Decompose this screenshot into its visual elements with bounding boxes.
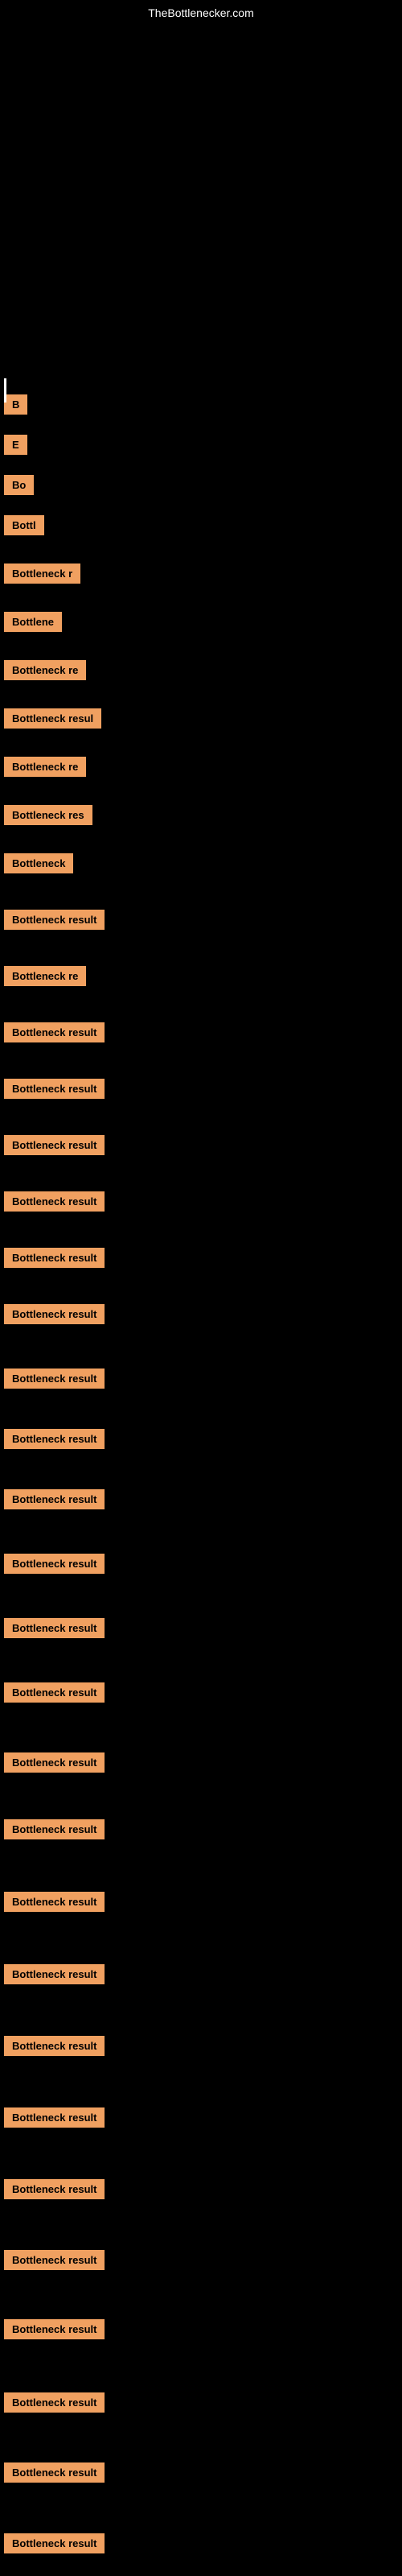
result-row: Bottlene [0, 612, 402, 636]
bottleneck-label: Bottl [4, 515, 44, 535]
bottleneck-label: Bottlene [4, 612, 62, 632]
result-row: Bottleneck [0, 853, 402, 877]
bottleneck-label: Bottleneck result [4, 1304, 105, 1324]
result-row: Bottleneck result [0, 1191, 402, 1216]
bottleneck-label: Bottleneck result [4, 1964, 105, 1984]
result-row: Bottleneck re [0, 757, 402, 781]
bottleneck-label: Bottleneck result [4, 1368, 105, 1389]
result-row: E [0, 435, 402, 459]
bottleneck-label: Bottleneck result [4, 1079, 105, 1099]
bottleneck-label: Bottleneck result [4, 2107, 105, 2128]
result-row: Bottleneck result [0, 1682, 402, 1707]
bottleneck-label: Bottleneck res [4, 805, 92, 825]
result-row: Bottleneck result [0, 1022, 402, 1046]
result-row: Bottleneck result [0, 1429, 402, 1453]
bottleneck-label: Bottleneck result [4, 2250, 105, 2270]
bottleneck-label: Bottleneck result [4, 1489, 105, 1509]
bottleneck-label: Bo [4, 475, 34, 495]
bottleneck-label: Bottleneck result [4, 2319, 105, 2339]
bottleneck-label: Bottleneck re [4, 966, 86, 986]
result-row: Bottleneck result [0, 1368, 402, 1393]
result-row: Bottleneck result [0, 1135, 402, 1159]
bottleneck-label: Bottleneck result [4, 1429, 105, 1449]
result-row: Bottleneck result [0, 1892, 402, 1916]
bottleneck-label: Bottleneck result [4, 2392, 105, 2413]
bottleneck-label: Bottleneck result [4, 1022, 105, 1042]
bottleneck-label: Bottleneck [4, 853, 73, 873]
result-row: Bottleneck result [0, 2250, 402, 2274]
result-row: Bottleneck result [0, 1079, 402, 1103]
bottleneck-label: Bottleneck re [4, 757, 86, 777]
bottleneck-label: Bottleneck result [4, 1752, 105, 1773]
bottleneck-label: Bottleneck result [4, 1819, 105, 1839]
result-row: Bottleneck result [0, 1752, 402, 1777]
result-row: Bottleneck resul [0, 708, 402, 733]
bottleneck-label: Bottleneck result [4, 2036, 105, 2056]
result-row: Bottleneck result [0, 2107, 402, 2132]
result-row: Bottleneck result [0, 2392, 402, 2417]
result-row: Bottl [0, 515, 402, 539]
result-row: Bottleneck result [0, 1819, 402, 1843]
bottleneck-label: Bottleneck r [4, 564, 80, 584]
bottleneck-label: Bottleneck result [4, 1682, 105, 1703]
result-row: Bottleneck re [0, 966, 402, 990]
result-row: Bottleneck r [0, 564, 402, 588]
bottleneck-label: Bottleneck result [4, 1191, 105, 1212]
bottleneck-label: B [4, 394, 27, 415]
bottleneck-label: Bottleneck result [4, 2462, 105, 2483]
bottleneck-label: Bottleneck result [4, 1135, 105, 1155]
bottleneck-label: Bottleneck result [4, 1618, 105, 1638]
result-row: Bo [0, 475, 402, 499]
bottleneck-label: Bottleneck result [4, 1554, 105, 1574]
bottleneck-label: E [4, 435, 27, 455]
result-row: Bottleneck res [0, 805, 402, 829]
bottleneck-label: Bottleneck result [4, 2533, 105, 2553]
result-row: Bottleneck result [0, 2036, 402, 2060]
bottleneck-label: Bottleneck resul [4, 708, 101, 729]
result-row: Bottleneck result [0, 2319, 402, 2343]
result-row: Bottleneck result [0, 2179, 402, 2203]
result-row: Bottleneck result [0, 1618, 402, 1642]
result-row: Bottleneck result [0, 1964, 402, 1988]
bottleneck-label: Bottleneck result [4, 1892, 105, 1912]
cursor-bar [4, 378, 6, 402]
result-row: Bottleneck result [0, 1489, 402, 1513]
result-row: B [0, 394, 402, 419]
result-row: Bottleneck result [0, 2533, 402, 2557]
bottleneck-label: Bottleneck result [4, 2179, 105, 2199]
result-row: Bottleneck result [0, 1554, 402, 1578]
result-row: Bottleneck result [0, 1304, 402, 1328]
bottleneck-label: Bottleneck result [4, 1248, 105, 1268]
site-title: TheBottlenecker.com [148, 6, 254, 19]
bottleneck-label: Bottleneck result [4, 910, 105, 930]
result-row: Bottleneck result [0, 910, 402, 934]
result-row: Bottleneck re [0, 660, 402, 684]
result-row: Bottleneck result [0, 2462, 402, 2487]
result-row: Bottleneck result [0, 1248, 402, 1272]
bottleneck-label: Bottleneck re [4, 660, 86, 680]
